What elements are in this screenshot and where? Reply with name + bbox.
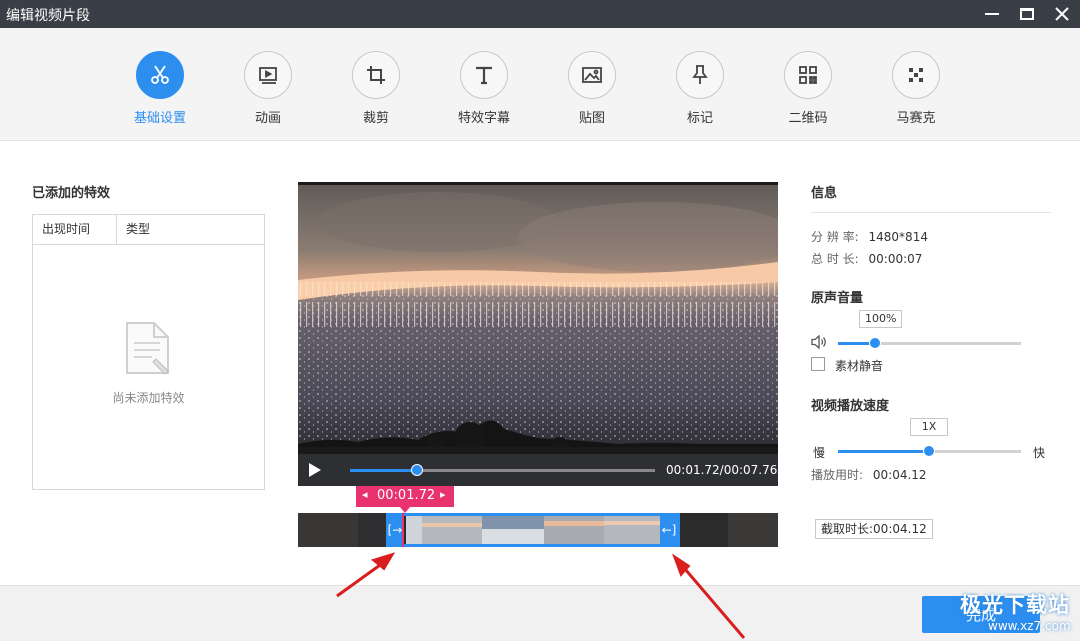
- resolution-row: 分 辨 率: 1480*814: [811, 228, 928, 245]
- play-button[interactable]: [308, 462, 322, 478]
- timeline-filmstrip[interactable]: [→ ←]: [298, 513, 778, 547]
- playback-time: 00:01.72/00:07.76: [666, 463, 778, 477]
- marker-left-arrow[interactable]: ◂: [362, 488, 368, 501]
- play-time-value: 00:04.12: [872, 468, 927, 482]
- close-button[interactable]: [1044, 0, 1080, 28]
- trim-start-icon: [→: [387, 523, 403, 537]
- watermark: 极光下载站 www.xz7.com: [960, 589, 1071, 633]
- duration-value: 00:00:07: [868, 252, 923, 266]
- title-bar: 编辑视频片段: [0, 0, 1080, 28]
- mute-label[interactable]: 素材静音: [835, 357, 883, 374]
- qrcode-icon: [784, 51, 832, 99]
- tab-label: 特效字幕: [457, 111, 510, 126]
- tab-basic-settings[interactable]: 基础设置: [115, 51, 205, 126]
- speed-value-tooltip: 1X: [910, 418, 948, 436]
- effects-heading: 已添加的特效: [32, 186, 111, 201]
- pin-icon: [676, 51, 724, 99]
- tab-label: 贴图: [578, 111, 605, 126]
- volume-slider[interactable]: [838, 342, 1021, 345]
- trim-end-handle[interactable]: ←]: [660, 513, 678, 547]
- watermark-url: www.xz7.com: [988, 619, 1071, 633]
- column-header-type: 类型: [126, 222, 151, 236]
- tab-marker[interactable]: 标记: [655, 51, 745, 126]
- minimize-icon: [985, 13, 999, 15]
- seek-bar[interactable]: [350, 469, 655, 472]
- resolution-label: 分 辨 率:: [811, 230, 859, 244]
- tab-label: 标记: [686, 111, 713, 126]
- tab-label: 二维码: [788, 111, 828, 126]
- tab-label: 裁剪: [362, 111, 389, 126]
- play-time-label: 播放用时:: [811, 468, 864, 482]
- speed-slow-label: 慢: [813, 446, 826, 460]
- mute-checkbox[interactable]: [811, 357, 825, 371]
- speed-fill: [838, 450, 929, 453]
- image-icon: [568, 51, 616, 99]
- speaker-icon: [811, 335, 826, 349]
- clip-length-tooltip: 截取时长:00:04.12: [815, 519, 933, 539]
- speed-fast-label: 快: [1033, 446, 1046, 460]
- column-header-time: 出现时间: [33, 215, 117, 244]
- maximize-icon: [1020, 8, 1034, 20]
- tab-animation[interactable]: 动画: [223, 51, 313, 126]
- player-controls: 00:01.72/00:07.76: [298, 454, 778, 486]
- tab-label: 基础设置: [133, 111, 186, 126]
- footer-bar: [0, 585, 1080, 641]
- volume-handle[interactable]: [868, 337, 881, 349]
- effects-table-header: 出现时间 类型: [33, 215, 264, 245]
- playhead: [402, 513, 404, 547]
- mosaic-icon: [892, 51, 940, 99]
- tab-label: 马赛克: [896, 111, 936, 126]
- volume-value-tooltip: 100%: [859, 310, 903, 328]
- play-frame-icon: [244, 51, 292, 99]
- scissors-icon: [136, 51, 184, 99]
- speed-handle[interactable]: [923, 445, 935, 457]
- watermark-text: 极光下载站: [960, 593, 1070, 617]
- trim-current-time: 00:01.72: [377, 488, 436, 503]
- crop-icon: [352, 51, 400, 99]
- tab-qrcode[interactable]: 二维码: [763, 51, 853, 126]
- trim-selection[interactable]: [386, 513, 680, 547]
- duration-label: 总 时 长:: [811, 252, 859, 266]
- maximize-button[interactable]: [1009, 0, 1045, 28]
- info-divider: [811, 212, 1051, 213]
- resolution-value: 1480*814: [868, 230, 928, 244]
- toolbar: 基础设置 动画 裁剪 特效字幕 贴图 标记 二维码 马赛克: [0, 28, 1080, 141]
- speed-heading: 视频播放速度: [811, 399, 890, 414]
- minimize-button[interactable]: [974, 0, 1010, 28]
- text-icon: [460, 51, 508, 99]
- video-preview[interactable]: [298, 182, 778, 454]
- marker-right-arrow[interactable]: ▸: [440, 488, 446, 501]
- empty-effects-text: 尚未添加特效: [112, 391, 185, 405]
- seek-handle[interactable]: [411, 464, 424, 476]
- tab-mosaic[interactable]: 马赛克: [871, 51, 961, 126]
- effects-table: 出现时间 类型 尚未添加特效: [32, 214, 265, 490]
- tab-text-effects[interactable]: 特效字幕: [439, 51, 529, 126]
- video-frame: [298, 182, 778, 454]
- window-title: 编辑视频片段: [6, 8, 90, 24]
- play-time-row: 播放用时: 00:04.12: [811, 466, 927, 483]
- tab-stickers[interactable]: 贴图: [547, 51, 637, 126]
- close-icon: [1055, 7, 1069, 21]
- empty-document-icon: [126, 322, 169, 375]
- trim-end-icon: ←]: [661, 523, 677, 537]
- duration-row: 总 时 长: 00:00:07: [811, 250, 922, 267]
- trim-time-marker[interactable]: ◂ 00:01.72 ▸: [356, 486, 454, 507]
- volume-heading: 原声音量: [811, 291, 864, 306]
- seek-progress: [350, 469, 418, 472]
- info-heading: 信息: [811, 186, 838, 201]
- tab-crop[interactable]: 裁剪: [331, 51, 421, 126]
- tab-label: 动画: [254, 111, 281, 126]
